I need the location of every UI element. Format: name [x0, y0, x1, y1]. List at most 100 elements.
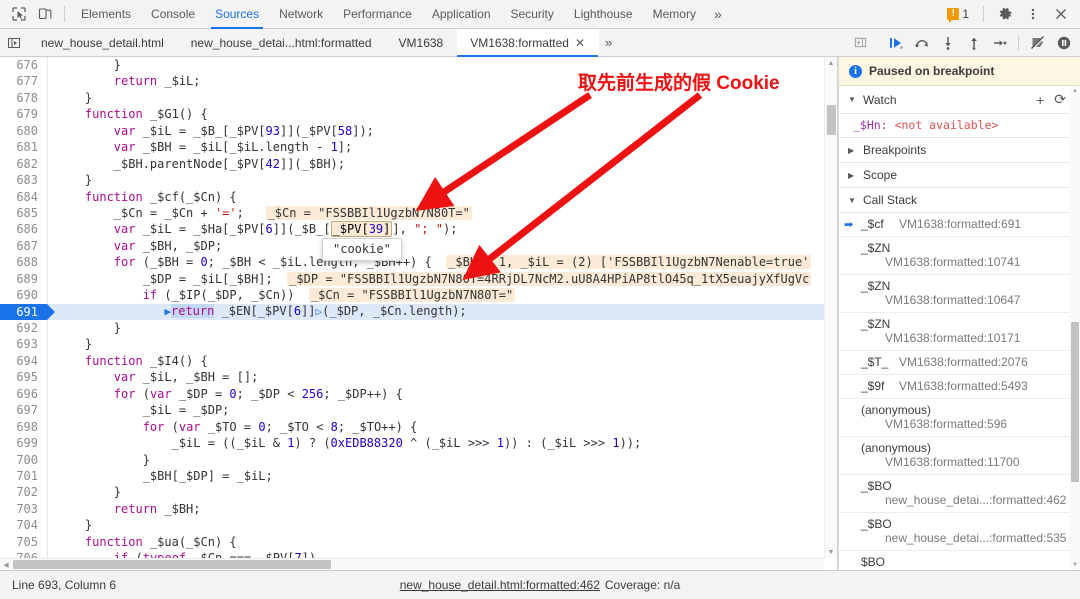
line-content[interactable]: } — [47, 484, 121, 500]
line-content[interactable]: _$BH[_$DP] = _$iL; — [47, 468, 273, 484]
code-line[interactable]: 698 for (var _$TO = 0; _$TO < 8; _$TO++)… — [0, 419, 837, 435]
line-number[interactable]: 681 — [0, 139, 47, 155]
code-line[interactable]: 679 function _$G1() { — [0, 106, 837, 122]
line-content[interactable]: } — [47, 172, 92, 188]
line-number[interactable]: 679 — [0, 106, 47, 122]
line-content[interactable]: _$BH.parentNode[_$PV[42]](_$BH); — [47, 156, 345, 172]
line-number[interactable]: 691 — [0, 303, 55, 321]
scrollbar-thumb[interactable] — [1071, 322, 1079, 482]
code-line[interactable]: 696 for (var _$DP = 0; _$DP < 256; _$DP+… — [0, 386, 837, 402]
code-line[interactable]: 692 } — [0, 320, 837, 336]
line-number[interactable]: 685 — [0, 205, 47, 221]
watch-section-header[interactable]: ▼ Watch + ⟳ — [839, 86, 1080, 114]
call-stack-frame[interactable]: _$ZN VM1638:formatted:10647 — [839, 275, 1080, 313]
editor-vertical-scrollbar[interactable]: ▲ ▼ — [824, 57, 837, 558]
panel-tab-console[interactable]: Console — [141, 0, 205, 29]
panel-tab-lighthouse[interactable]: Lighthouse — [564, 0, 643, 29]
code-line[interactable]: 704 } — [0, 517, 837, 533]
scrollbar-thumb[interactable] — [13, 560, 331, 569]
line-content[interactable]: function _$I4() { — [47, 353, 208, 369]
call-stack-frame[interactable]: ➡ _$cf VM1638:formatted:691 — [839, 213, 1080, 237]
line-number[interactable]: 703 — [0, 501, 47, 517]
line-content[interactable]: var _$BH, _$DP; — [47, 238, 222, 254]
line-content[interactable]: ▶return _$EN[_$PV[6]]▷(_$DP, _$Cn.length… — [47, 303, 467, 320]
code-line[interactable]: 690 if (_$IP(_$DP, _$Cn)) _$Cn = "FSSBBI… — [0, 287, 837, 303]
call-stack-frame[interactable]: (anonymous) VM1638:formatted:596 — [839, 399, 1080, 437]
code-line[interactable]: 680 var _$iL = _$B_[_$PV[93]](_$PV[58]); — [0, 123, 837, 139]
more-vertical-icon[interactable] — [1020, 2, 1046, 27]
line-number[interactable]: 690 — [0, 287, 47, 303]
line-content[interactable]: _$iL = ((_$iL & 1) ? (0xEDB88320 ^ (_$iL… — [47, 435, 642, 451]
code-line[interactable]: 693 } — [0, 336, 837, 352]
line-content[interactable]: } — [47, 336, 92, 352]
line-number[interactable]: 682 — [0, 156, 47, 172]
gear-icon[interactable] — [992, 2, 1018, 27]
line-content[interactable]: _$iL = _$DP; — [47, 402, 230, 418]
panel-tab-application[interactable]: Application — [422, 0, 501, 29]
panel-tab-sources[interactable]: Sources — [205, 0, 269, 29]
line-content[interactable]: var _$iL = _$Ha[_$PV[6]](_$B_[_$PV[39]],… — [47, 221, 457, 238]
scroll-left-icon[interactable]: ◀ — [0, 561, 12, 569]
source-tab-vm1638-formatted[interactable]: VM1638:formatted ✕ — [457, 29, 600, 57]
code-line[interactable]: 701 _$BH[_$DP] = _$iL; — [0, 468, 837, 484]
close-icon[interactable] — [1048, 2, 1074, 27]
call-stack-frame[interactable]: _$ZN VM1638:formatted:10171 — [839, 313, 1080, 351]
call-stack-frame[interactable]: _$BO new_house_detai...:formatted:462 — [839, 475, 1080, 513]
scroll-down-icon[interactable]: ▼ — [1070, 560, 1080, 570]
show-debugger-sidebar-icon[interactable] — [848, 30, 873, 56]
line-number[interactable]: 698 — [0, 419, 47, 435]
line-content[interactable]: return _$iL; — [47, 73, 201, 89]
line-number[interactable]: 705 — [0, 534, 47, 550]
line-number[interactable]: 680 — [0, 123, 47, 139]
line-number[interactable]: 701 — [0, 468, 47, 484]
code-line[interactable]: 702 } — [0, 484, 837, 500]
step-into-next-function-call-icon[interactable] — [935, 30, 960, 56]
line-content[interactable]: function _$G1() { — [47, 106, 208, 122]
code-viewport[interactable]: 676 } 677 return _$iL; 678 } 679 function _… — [0, 57, 837, 570]
warning-count-badge[interactable]: 1 — [943, 6, 975, 23]
code-line[interactable]: 686 var _$iL = _$Ha[_$PV[6]](_$B_[_$PV[3… — [0, 221, 837, 238]
panel-tab-network[interactable]: Network — [269, 0, 333, 29]
source-tab-vm1638[interactable]: VM1638 — [386, 29, 458, 56]
more-tabs-icon[interactable]: » — [599, 29, 618, 56]
scroll-up-icon[interactable]: ▲ — [825, 57, 837, 69]
line-content[interactable]: } — [47, 452, 150, 468]
line-number[interactable]: 688 — [0, 254, 47, 270]
line-number[interactable]: 702 — [0, 484, 47, 500]
call-stack-frame[interactable]: _$ZN VM1638:formatted:10741 — [839, 237, 1080, 275]
pause-on-exceptions-icon[interactable] — [1051, 30, 1076, 56]
resume-script-execution-icon[interactable] — [883, 30, 908, 56]
line-number[interactable]: 699 — [0, 435, 47, 451]
line-content[interactable]: var _$iL = _$B_[_$PV[93]](_$PV[58]); — [47, 123, 374, 139]
line-content[interactable]: for (var _$TO = 0; _$TO < 8; _$TO++) { — [47, 419, 418, 435]
close-tab-icon[interactable]: ✕ — [575, 36, 585, 50]
code-line[interactable]: 695 var _$iL, _$BH = []; — [0, 369, 837, 385]
call-stack-frame[interactable]: _$BO new_house_detai...:formatted:535 — [839, 513, 1080, 551]
code-line[interactable]: 688 for (_$BH = 0; _$BH < _$iL.length; _… — [0, 254, 837, 270]
step-over-next-function-call-icon[interactable] — [909, 30, 934, 56]
add-watch-expression-icon[interactable]: + — [1031, 92, 1049, 108]
step-out-of-current-function-icon[interactable] — [961, 30, 986, 56]
code-line[interactable]: 682 _$BH.parentNode[_$PV[42]](_$BH); — [0, 156, 837, 172]
step-icon[interactable] — [987, 30, 1012, 56]
line-number[interactable]: 694 — [0, 353, 47, 369]
line-number[interactable]: 677 — [0, 73, 47, 89]
more-panels-icon[interactable]: » — [706, 0, 730, 29]
line-number[interactable]: 684 — [0, 189, 47, 205]
sidebar-vertical-scrollbar[interactable]: ▲ ▼ — [1070, 86, 1080, 570]
code-editor-panel[interactable]: 676 } 677 return _$iL; 678 } 679 function _… — [0, 57, 838, 570]
line-number[interactable]: 678 — [0, 90, 47, 106]
line-number[interactable]: 704 — [0, 517, 47, 533]
line-content[interactable]: } — [47, 57, 121, 73]
panel-tab-memory[interactable]: Memory — [643, 0, 706, 29]
line-content[interactable]: _$Cn = _$Cn + '='; _$Cn = "FSSBBIl1UgzbN… — [47, 205, 472, 221]
line-number[interactable]: 697 — [0, 402, 47, 418]
scroll-down-icon[interactable]: ▼ — [825, 546, 837, 558]
call-stack-frame[interactable]: (anonymous) VM1638:formatted:11700 — [839, 437, 1080, 475]
line-number[interactable]: 695 — [0, 369, 47, 385]
source-origin-link[interactable]: new_house_detail.html:formatted:462 — [400, 578, 600, 592]
inspect-cursor-icon[interactable] — [6, 2, 32, 27]
line-content[interactable]: var _$iL, _$BH = []; — [47, 369, 259, 385]
panel-tab-elements[interactable]: Elements — [71, 0, 141, 29]
line-number[interactable]: 696 — [0, 386, 47, 402]
